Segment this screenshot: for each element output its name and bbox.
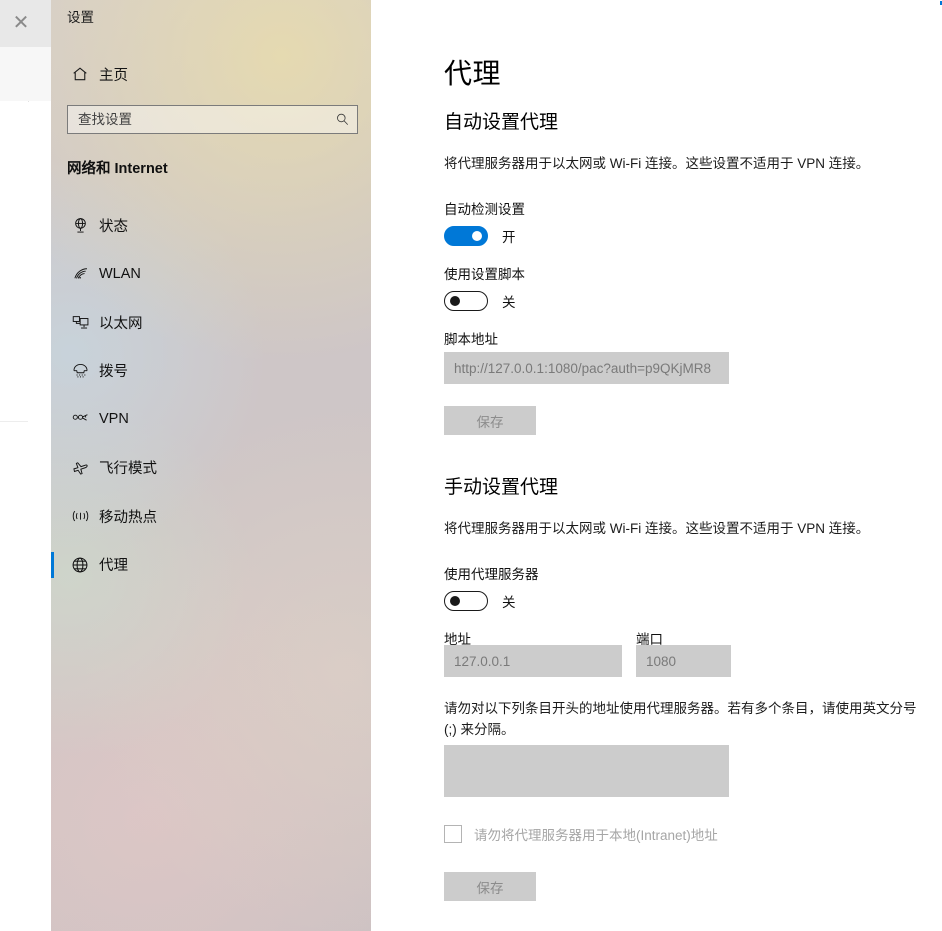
selection-indicator (51, 551, 54, 578)
save-auto-button[interactable]: 保存 (444, 406, 536, 435)
home-icon (61, 65, 99, 83)
search-input[interactable] (68, 112, 327, 127)
hotspot-icon (61, 507, 99, 526)
toggle-knob (472, 231, 482, 241)
toggle-knob (450, 296, 460, 306)
use-setup-script-label: 使用设置脚本 (444, 267, 525, 282)
manual-proxy-description: 将代理服务器用于以太网或 Wi-Fi 连接。这些设置不适用于 VPN 连接。 (444, 521, 870, 536)
screen-root: ✕ ••• 设置 主页 (0, 0, 942, 931)
sidebar-item-home-label: 主页 (99, 67, 128, 84)
sidebar-item-label: 以太网 (99, 315, 143, 332)
airplane-icon (61, 458, 99, 477)
sidebar-nav-list: 状态 WLAN 以太网 拨号 VPN 飞行模式 移动热点 代理 (51, 201, 371, 589)
use-proxy-server-toggle[interactable] (444, 591, 488, 611)
sidebar-item-label: 移动热点 (99, 509, 157, 526)
close-icon[interactable]: ✕ (4, 10, 38, 36)
auto-detect-toggle-state: 开 (502, 230, 516, 245)
bypass-local-checkbox[interactable] (444, 825, 462, 843)
sidebar-item-status[interactable]: 状态 (51, 201, 371, 250)
sidebar-item-label: 拨号 (99, 364, 128, 381)
proxy-exclusion-input[interactable] (444, 745, 729, 797)
use-proxy-server-toggle-state: 关 (502, 595, 516, 610)
use-proxy-server-label: 使用代理服务器 (444, 567, 539, 582)
sidebar-item-label: 代理 (99, 558, 128, 575)
page-title: 代理 (444, 58, 502, 89)
auto-detect-toggle[interactable] (444, 226, 488, 246)
script-address-label: 脚本地址 (444, 332, 498, 347)
sidebar-item-proxy[interactable]: 代理 (51, 541, 371, 590)
sidebar-item-label: VPN (99, 411, 129, 428)
bypass-local-label: 请勿将代理服务器用于本地(Intranet)地址 (474, 828, 718, 843)
background-window-toolbar: ••• (0, 47, 51, 130)
save-manual-button[interactable]: 保存 (444, 872, 536, 901)
manual-proxy-heading: 手动设置代理 (444, 477, 559, 498)
sidebar-item-wlan[interactable]: WLAN (51, 250, 371, 299)
proxy-globe-icon (61, 555, 99, 575)
background-window-titlebar: ✕ (0, 0, 51, 47)
proxy-exclusion-description: 请勿对以下列条目开头的地址使用代理服务器。若有多个条目，请使用英文分号 (;) … (444, 701, 917, 737)
ethernet-icon (61, 313, 99, 332)
settings-sidebar: 设置 主页 网络和 Inte (51, 0, 371, 931)
bypass-local-row[interactable]: 请勿将代理服务器用于本地(Intranet)地址 (444, 824, 718, 844)
toggle-knob (450, 596, 460, 606)
auto-detect-label: 自动检测设置 (444, 202, 525, 217)
sidebar-item-ethernet[interactable]: 以太网 (51, 298, 371, 347)
proxy-address-input[interactable]: 127.0.0.1 (444, 645, 622, 677)
divider (0, 421, 28, 422)
background-window-content (0, 101, 28, 931)
background-window-scrollbar[interactable] (29, 101, 80, 931)
settings-window: 设置 主页 网络和 Inte (51, 0, 942, 931)
vpn-key-icon (61, 410, 99, 429)
sidebar-item-label: 状态 (99, 218, 128, 235)
settings-main-pane: 代理 自动设置代理 将代理服务器用于以太网或 Wi-Fi 连接。这些设置不适用于… (371, 0, 942, 931)
auto-detect-toggle-row[interactable]: 开 (444, 225, 516, 247)
auto-proxy-heading: 自动设置代理 (444, 112, 559, 133)
search-icon[interactable] (327, 112, 357, 127)
sidebar-section-header: 网络和 Internet (67, 161, 168, 177)
sidebar-item-airplane-mode[interactable]: 飞行模式 (51, 444, 371, 493)
status-globe-icon (61, 216, 99, 235)
auto-proxy-description: 将代理服务器用于以太网或 Wi-Fi 连接。这些设置不适用于 VPN 连接。 (444, 156, 870, 171)
proxy-port-input[interactable]: 1080 (636, 645, 731, 677)
use-setup-script-toggle-row[interactable]: 关 (444, 290, 516, 312)
use-proxy-server-toggle-row[interactable]: 关 (444, 590, 516, 612)
sidebar-item-home[interactable]: 主页 (61, 58, 361, 90)
script-address-input[interactable]: http://127.0.0.1:1080/pac?auth=p9QKjMR8 (444, 352, 729, 384)
sidebar-item-vpn[interactable]: VPN (51, 395, 371, 444)
wifi-icon (61, 264, 99, 283)
use-setup-script-toggle[interactable] (444, 291, 488, 311)
sidebar-item-label: 飞行模式 (99, 461, 157, 478)
sidebar-item-label: WLAN (99, 265, 141, 282)
sidebar-item-mobile-hotspot[interactable]: 移动热点 (51, 492, 371, 541)
app-title: 设置 (67, 10, 94, 25)
dialup-phone-icon (61, 361, 99, 380)
sidebar-item-dialup[interactable]: 拨号 (51, 347, 371, 396)
background-window: ✕ ••• (0, 0, 80, 931)
use-setup-script-toggle-state: 关 (502, 295, 516, 310)
search-box[interactable] (67, 105, 358, 134)
